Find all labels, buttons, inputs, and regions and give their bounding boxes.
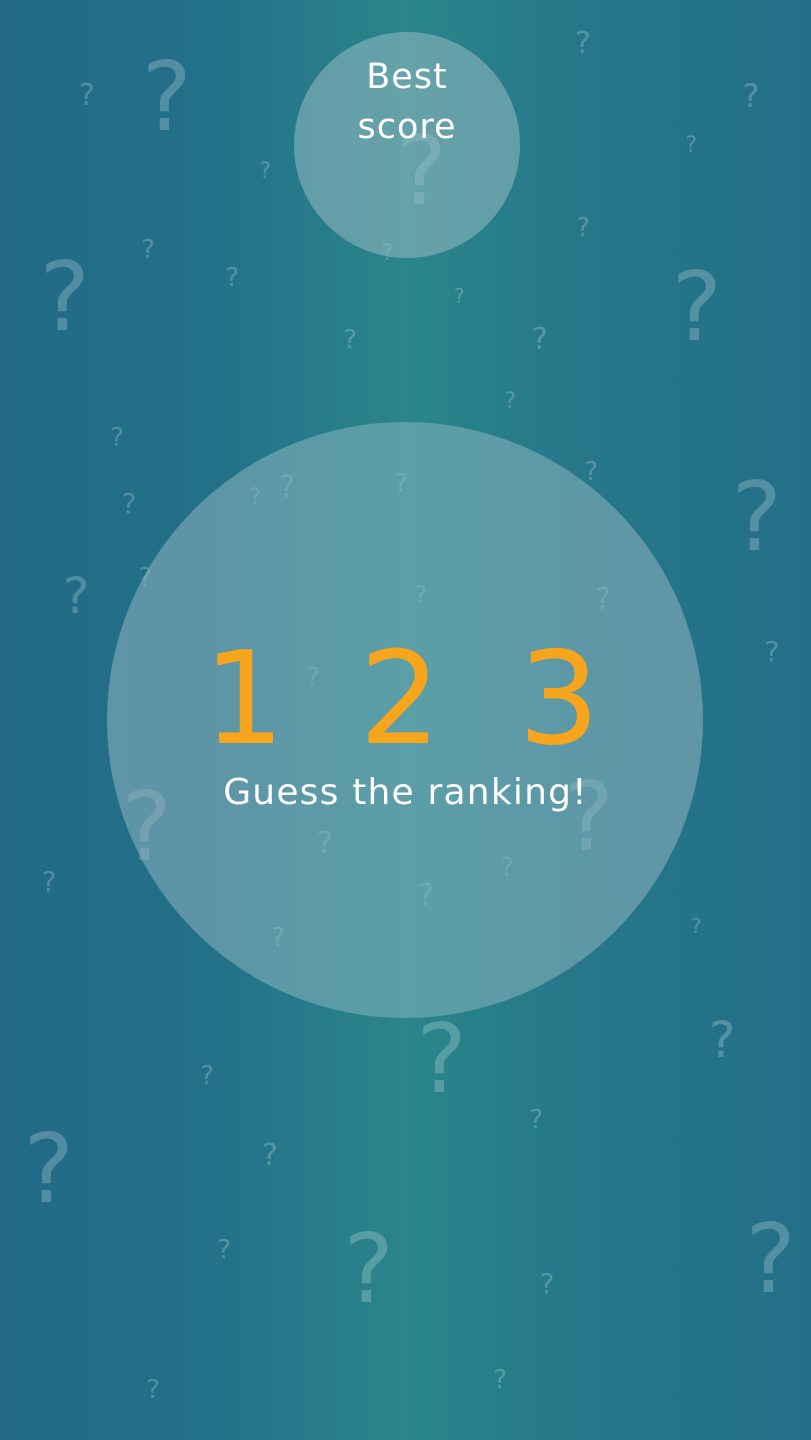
game-subtitle: Guess the ranking! (223, 772, 588, 813)
question-mark-icon: ? (745, 1204, 796, 1315)
question-mark-icon: ? (584, 457, 598, 487)
question-mark-icon: ? (225, 263, 239, 293)
question-mark-icon: ? (454, 284, 465, 308)
question-mark-icon: ? (731, 462, 782, 573)
question-mark-icon: ? (691, 914, 702, 938)
question-mark-icon: ? (79, 78, 95, 113)
question-mark-icon: ? (493, 1365, 507, 1395)
question-mark-icon: ? (343, 325, 357, 355)
question-mark-icon: ? (532, 322, 548, 357)
question-mark-icon: ? (504, 389, 517, 414)
question-mark-icon: ? (39, 242, 90, 353)
question-mark-icon: ? (146, 1375, 160, 1405)
title-digits: 1 2 3 (0, 630, 811, 770)
question-mark-icon: ? (539, 1267, 555, 1300)
question-mark-icon: ? (671, 252, 722, 363)
question-mark-icon: ? (141, 235, 155, 265)
question-mark-icon: ? (685, 133, 698, 158)
question-mark-icon: ? (23, 1114, 74, 1225)
question-mark-icon: ? (141, 42, 192, 153)
question-mark-icon: ? (121, 487, 137, 520)
question-mark-icon: ? (110, 423, 124, 453)
title-digit-2: 2 (359, 625, 441, 774)
question-mark-icon: ? (200, 1061, 214, 1091)
question-mark-icon: ? (343, 1214, 394, 1325)
question-mark-icon: ? (576, 213, 590, 243)
question-mark-icon: ? (416, 1004, 467, 1115)
question-mark-icon: ? (575, 26, 591, 61)
game-screen: { "best_score": { "label": "Best\nscore"… (0, 0, 811, 1440)
best-score-label: Best score (357, 57, 457, 147)
question-mark-icon: ? (529, 1105, 543, 1135)
question-mark-icon: ? (709, 1011, 736, 1069)
title-digit-1: 1 (203, 625, 285, 774)
question-mark-icon: ? (41, 865, 57, 898)
question-mark-icon: ? (742, 77, 760, 115)
question-mark-icon: ? (259, 159, 272, 184)
question-mark-icon: ? (262, 1138, 278, 1173)
question-mark-icon: ? (63, 567, 90, 625)
question-mark-icon: ? (217, 1235, 231, 1265)
title-digit-3: 3 (518, 625, 600, 774)
